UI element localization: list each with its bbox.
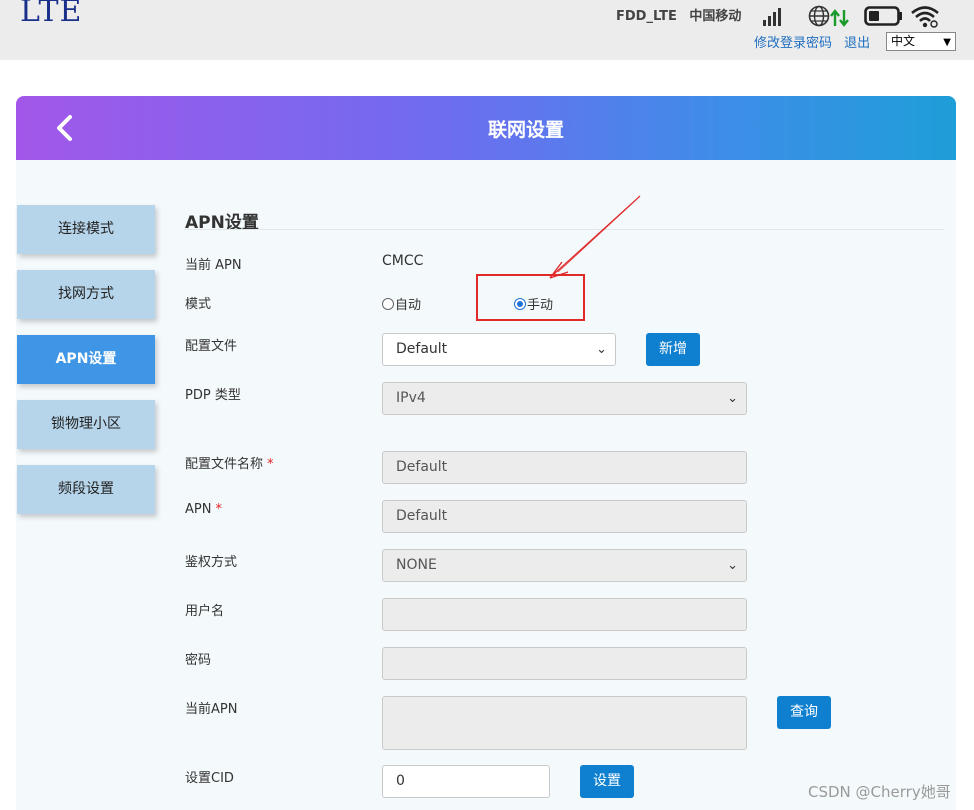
auth-select[interactable]: NONE ⌄ — [382, 549, 747, 582]
watermark: CSDN @Cherry她哥 — [808, 783, 951, 801]
sidebar-item-connection-mode[interactable]: 连接模式 — [17, 205, 155, 254]
mode-label: 模式 — [185, 297, 212, 312]
required-mark: * — [267, 457, 274, 472]
card-header: 联网设置 — [16, 96, 956, 160]
chevron-down-icon: ⌄ — [727, 558, 738, 573]
radio-button-icon — [382, 298, 394, 310]
chevron-down-icon: ▼ — [943, 37, 951, 48]
page-title: 联网设置 — [487, 119, 564, 141]
pdp-type-value: IPv4 — [396, 390, 426, 406]
logout-link[interactable]: 退出 — [844, 36, 870, 51]
sidebar-item-network-search[interactable]: 找网方式 — [17, 270, 155, 319]
top-bar: LTE FDD_LTE 中国移动 修改登录密码 退出 中文 ▼ — [0, 0, 974, 60]
signal-icon — [763, 8, 781, 26]
change-password-link[interactable]: 修改登录密码 — [754, 36, 832, 51]
query-button[interactable]: 查询 — [777, 696, 831, 729]
network-type: FDD_LTE — [616, 9, 677, 24]
mode-auto-radio[interactable]: 自动 — [382, 294, 421, 313]
cid-input[interactable]: 0 — [382, 765, 550, 798]
language-select[interactable]: 中文 ▼ — [886, 32, 956, 51]
pdp-type-select[interactable]: IPv4 ⌄ — [382, 382, 747, 415]
profile-select-value: Default — [396, 341, 448, 357]
auth-value: NONE — [396, 557, 437, 573]
wifi-icon — [911, 6, 939, 28]
set-cid-button[interactable]: 设置 — [580, 765, 634, 798]
sidebar-item-cell-lock[interactable]: 锁物理小区 — [17, 400, 155, 449]
add-profile-button[interactable]: 新增 — [646, 333, 700, 366]
logo: LTE — [20, 0, 83, 29]
annotation-arrow-icon — [549, 195, 641, 279]
settings-card: 联网设置 连接模式 找网方式 APN设置 锁物理小区 频段设置 APN设置 当前… — [16, 96, 956, 810]
profile-name-label-text: 配置文件名称 — [185, 457, 264, 472]
battery-icon — [864, 6, 902, 26]
language-value: 中文 — [891, 34, 916, 48]
chevron-down-icon: ⌄ — [727, 391, 738, 406]
sidebar-item-band-settings[interactable]: 频段设置 — [17, 465, 155, 514]
required-mark: * — [215, 502, 222, 517]
auth-label: 鉴权方式 — [185, 555, 238, 570]
mode-auto-label: 自动 — [395, 298, 422, 313]
chevron-down-icon: ⌄ — [596, 342, 607, 357]
network-info: FDD_LTE 中国移动 — [616, 5, 749, 24]
username-label: 用户名 — [185, 604, 225, 619]
current-apn-value: CMCC — [382, 253, 424, 269]
profile-name-label: 配置文件名称 * — [185, 453, 274, 472]
data-transfer-icon — [830, 9, 849, 27]
password-label: 密码 — [185, 653, 212, 668]
apn-label-text: APN — [185, 502, 212, 517]
top-links: 修改登录密码 退出 — [754, 32, 878, 51]
apn-label: APN * — [185, 502, 222, 517]
username-input[interactable] — [382, 598, 747, 631]
profile-name-input[interactable]: Default — [382, 451, 747, 484]
current-apn-label: 当前 APN — [185, 258, 242, 273]
profile-select[interactable]: Default ⌄ — [382, 333, 616, 366]
carrier-name: 中国移动 — [689, 9, 742, 24]
profile-label: 配置文件 — [185, 339, 238, 354]
apn-input[interactable]: Default — [382, 500, 747, 533]
cid-label: 设置CID — [185, 771, 234, 786]
sidebar-item-apn-settings[interactable]: APN设置 — [17, 335, 155, 384]
query-apn-label: 当前APN — [185, 702, 238, 717]
pdp-type-label: PDP 类型 — [185, 388, 241, 403]
query-apn-textarea[interactable] — [382, 696, 747, 750]
globe-icon — [808, 5, 830, 27]
password-input[interactable] — [382, 647, 747, 680]
